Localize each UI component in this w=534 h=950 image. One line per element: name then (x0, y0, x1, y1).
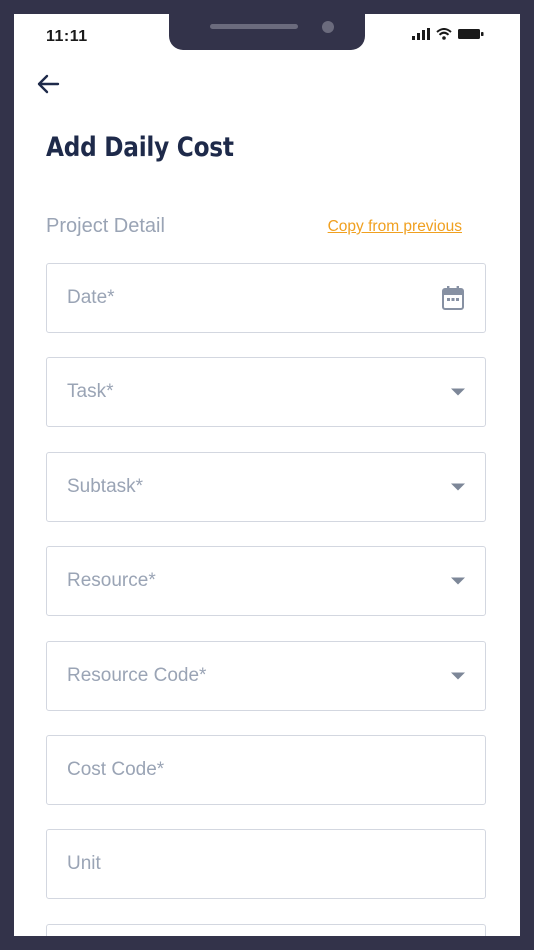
battery-icon (458, 27, 484, 45)
chevron-down-icon[interactable] (451, 483, 465, 491)
task-placeholder: Task* (67, 381, 114, 402)
calendar-icon[interactable] (441, 285, 465, 311)
copy-from-previous-link[interactable]: Copy from previous (328, 218, 462, 236)
resource-code-placeholder: Resource Code* (67, 665, 207, 686)
arrow-left-icon (36, 74, 60, 99)
status-time: 11:11 (46, 28, 88, 45)
resource-code-select[interactable]: Resource Code* (46, 641, 486, 711)
cost-code-placeholder: Cost Code* (67, 759, 165, 780)
speaker-grille (210, 24, 298, 29)
resource-select[interactable]: Resource* (46, 546, 486, 616)
front-camera (322, 21, 334, 33)
wifi-icon (436, 27, 452, 45)
next-field-partial[interactable] (46, 924, 486, 936)
signal-icon (412, 27, 430, 45)
back-button[interactable] (34, 72, 62, 100)
chevron-down-icon[interactable] (451, 388, 465, 396)
status-icons (412, 27, 484, 45)
chevron-down-icon[interactable] (451, 577, 465, 585)
chevron-down-icon[interactable] (451, 672, 465, 680)
subtask-placeholder: Subtask* (67, 476, 144, 497)
phone-screen: 11:11 Add Daily Cost Project Detail Copy… (14, 14, 520, 936)
section-label: Project Detail (46, 215, 165, 237)
device-notch (169, 14, 365, 50)
subtask-select[interactable]: Subtask* (46, 452, 486, 522)
unit-field[interactable]: Unit (46, 829, 486, 899)
resource-placeholder: Resource* (67, 570, 156, 591)
date-placeholder: Date* (67, 287, 115, 308)
page-title: Add Daily Cost (46, 132, 234, 163)
task-select[interactable]: Task* (46, 357, 486, 427)
date-field[interactable]: Date* (46, 263, 486, 333)
unit-placeholder: Unit (67, 853, 101, 874)
cost-code-field[interactable]: Cost Code* (46, 735, 486, 805)
